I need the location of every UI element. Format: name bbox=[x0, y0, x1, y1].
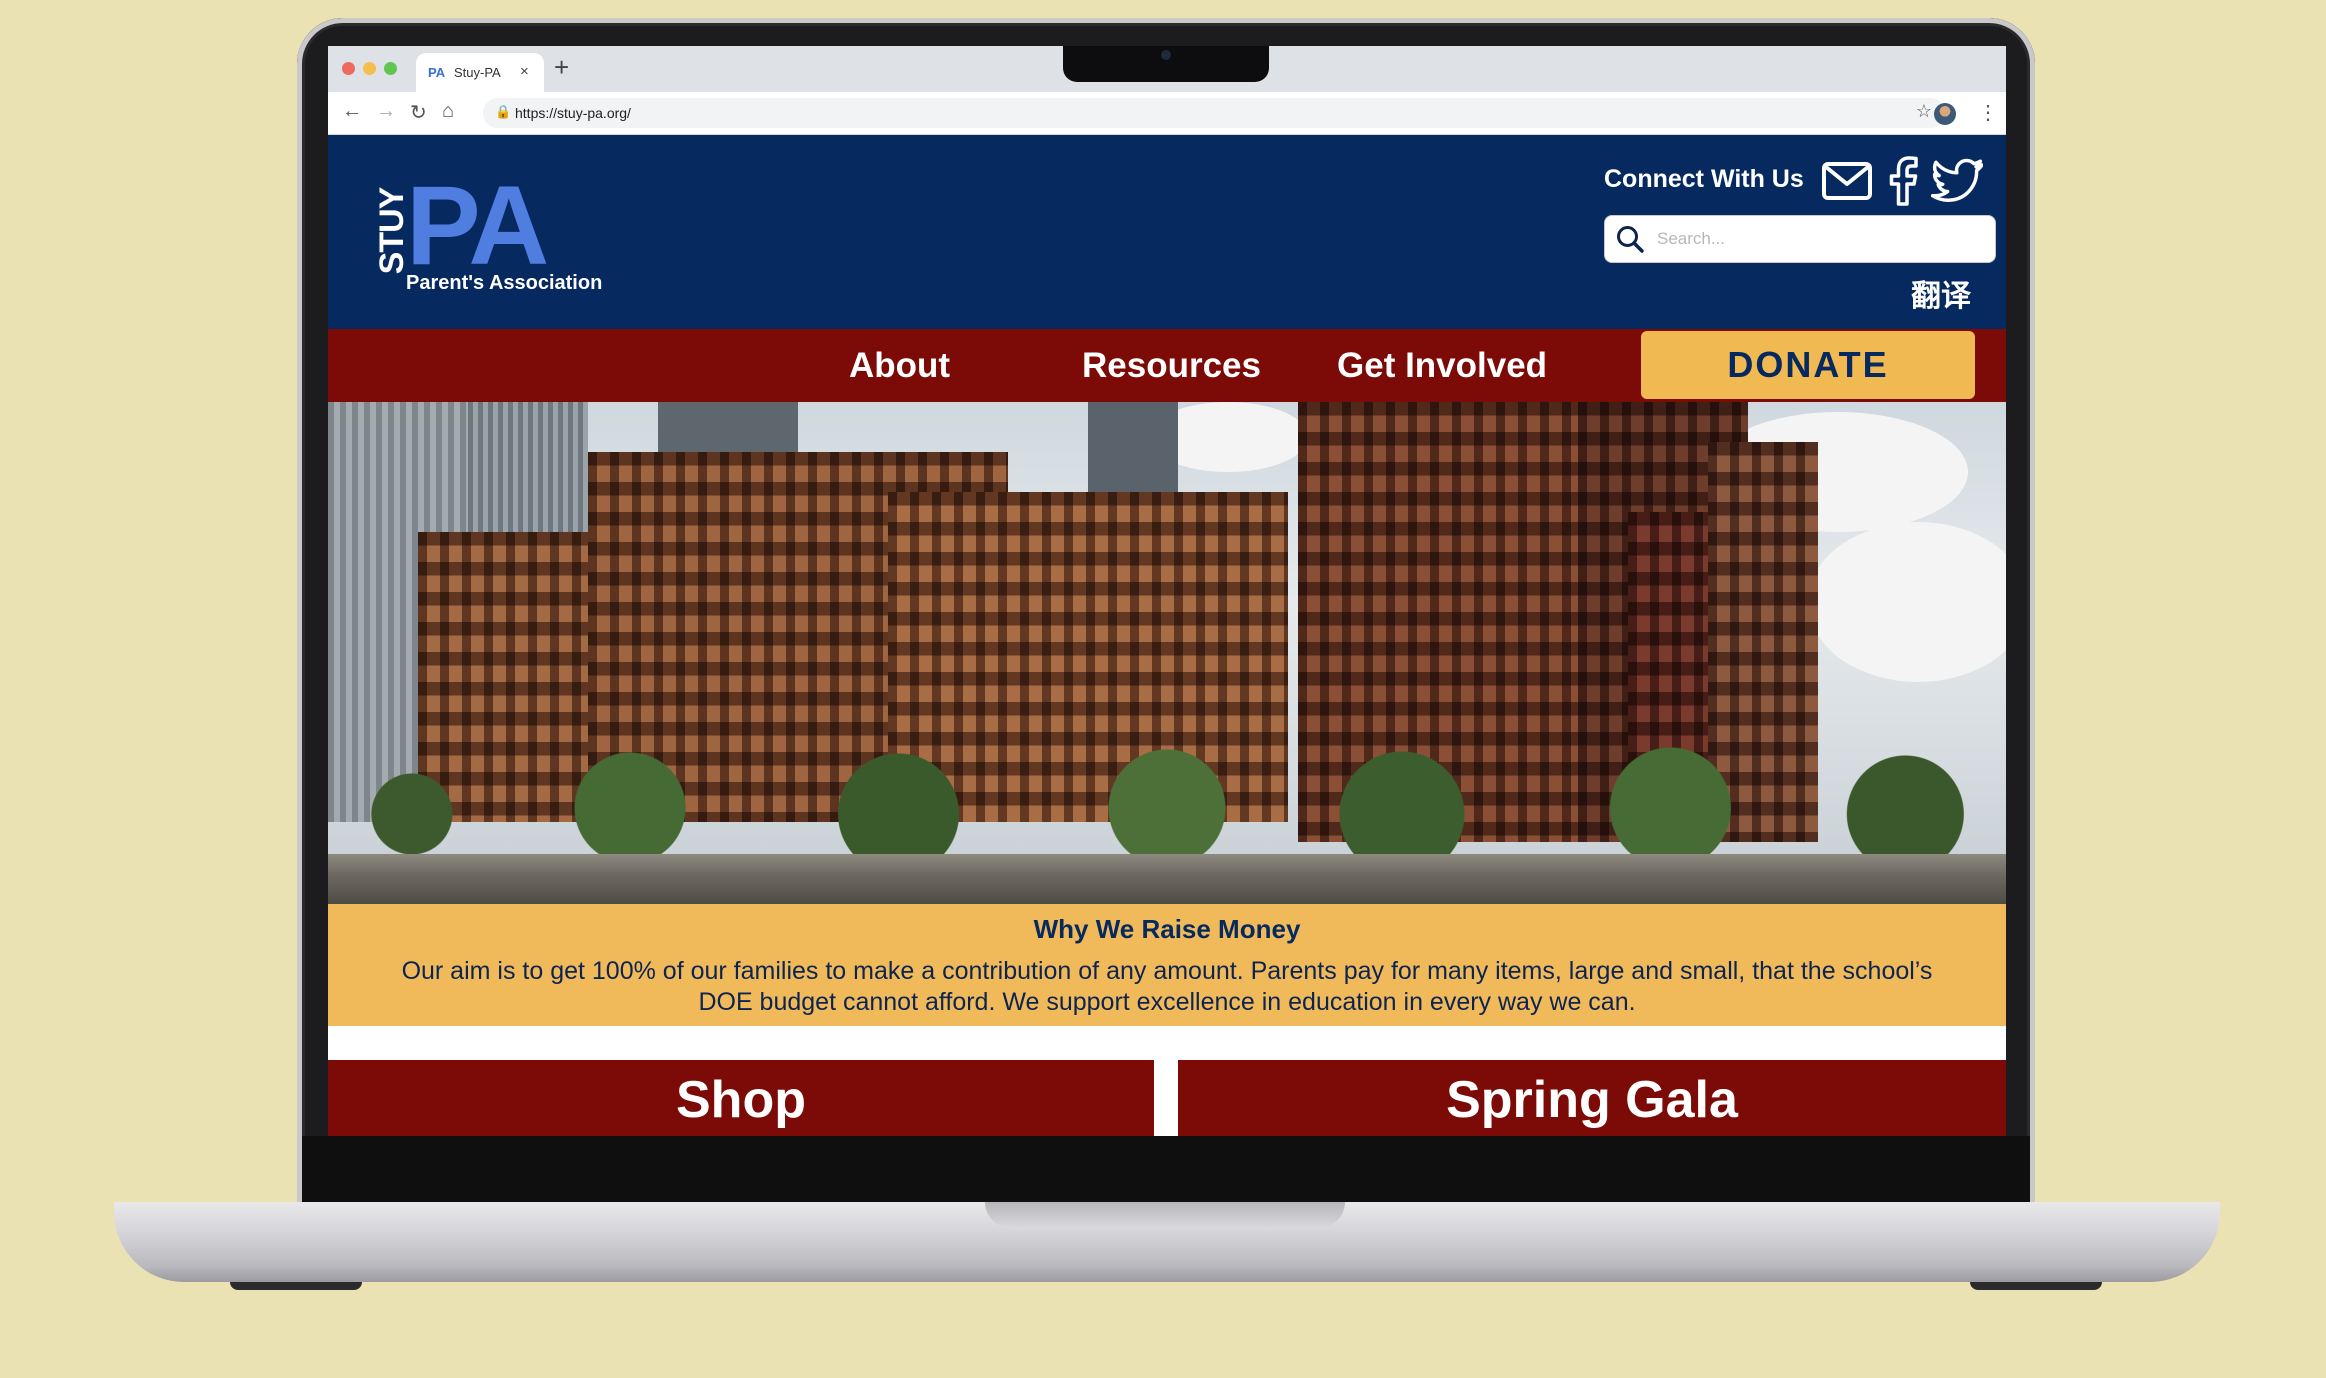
hero-shoreline bbox=[328, 854, 2006, 904]
browser-address-bar: ← → ↻ ⌂ 🔒 https://stuy-pa.org/ ☆ ⋮ bbox=[328, 92, 2006, 135]
bookmark-star-icon[interactable]: ☆ bbox=[1916, 101, 1932, 122]
camera-icon bbox=[1161, 50, 1171, 60]
url-omnibox[interactable]: 🔒 https://stuy-pa.org/ ☆ bbox=[483, 98, 1946, 128]
laptop-chin bbox=[302, 1136, 2030, 1206]
favicon-icon: PA bbox=[428, 65, 446, 80]
search-input[interactable] bbox=[1655, 224, 1979, 254]
lock-icon: 🔒 bbox=[495, 104, 512, 119]
browser-menu-icon[interactable]: ⋮ bbox=[1978, 100, 1998, 125]
window-close-button[interactable] bbox=[342, 62, 355, 75]
laptop-screen: PA Stuy-PA × + ← → ↻ ⌂ 🔒 https://stuy-pa… bbox=[328, 46, 2006, 1136]
why-body: Our aim is to get 100% of our families t… bbox=[401, 957, 1933, 1016]
back-arrow-icon[interactable]: ← bbox=[342, 100, 362, 123]
logo-stuy-text: STUY bbox=[373, 187, 411, 275]
shop-card[interactable]: Shop bbox=[328, 1060, 1154, 1136]
new-tab-icon[interactable]: + bbox=[554, 52, 569, 83]
browser-tab[interactable]: PA Stuy-PA × bbox=[416, 53, 544, 92]
laptop-foot-right bbox=[1970, 1282, 2102, 1290]
search-box bbox=[1604, 215, 1996, 263]
translate-link[interactable]: 翻译 bbox=[1911, 271, 1971, 315]
why-we-raise-money-section: Why We Raise Money Our aim is to get 100… bbox=[328, 904, 2006, 1026]
home-icon[interactable]: ⌂ bbox=[442, 100, 454, 123]
mail-icon[interactable] bbox=[1821, 155, 1873, 207]
logo-subtitle: Parent's Association bbox=[406, 272, 603, 294]
laptop-base-notch bbox=[985, 1202, 1345, 1228]
main-nav: About Resources Get Involved DONATE bbox=[328, 329, 2006, 402]
donate-button[interactable]: DONATE bbox=[1641, 331, 1975, 399]
twitter-icon[interactable] bbox=[1931, 155, 1983, 207]
site-header: STUY PA Parent's Association Connect Wit… bbox=[328, 135, 2006, 329]
spring-gala-card[interactable]: Spring Gala bbox=[1178, 1060, 2006, 1136]
search-icon[interactable] bbox=[1615, 224, 1645, 254]
window-zoom-button[interactable] bbox=[384, 62, 397, 75]
profile-avatar[interactable] bbox=[1934, 103, 1956, 125]
hero-trees bbox=[328, 742, 2006, 862]
facebook-icon[interactable] bbox=[1877, 155, 1929, 207]
hero-cloud bbox=[1808, 522, 2006, 682]
hero-image-stuyvesant-building bbox=[328, 402, 2006, 904]
connect-label: Connect With Us bbox=[1604, 165, 1804, 193]
nav-about[interactable]: About bbox=[849, 346, 950, 386]
window-minimize-button[interactable] bbox=[363, 62, 376, 75]
close-tab-icon[interactable]: × bbox=[520, 63, 529, 80]
url-text[interactable]: https://stuy-pa.org/ bbox=[515, 105, 631, 121]
nav-resources[interactable]: Resources bbox=[1082, 346, 1261, 386]
logo-pa-text: PA bbox=[406, 163, 549, 288]
forward-arrow-icon[interactable]: → bbox=[376, 100, 396, 123]
stuy-pa-logo[interactable]: STUY PA Parent's Association bbox=[370, 170, 602, 295]
nav-get-involved[interactable]: Get Involved bbox=[1337, 346, 1547, 386]
why-heading: Why We Raise Money bbox=[1033, 914, 1301, 944]
tab-title: Stuy-PA bbox=[454, 65, 501, 80]
laptop-foot-left bbox=[230, 1282, 362, 1290]
reload-icon[interactable]: ↻ bbox=[410, 100, 427, 125]
